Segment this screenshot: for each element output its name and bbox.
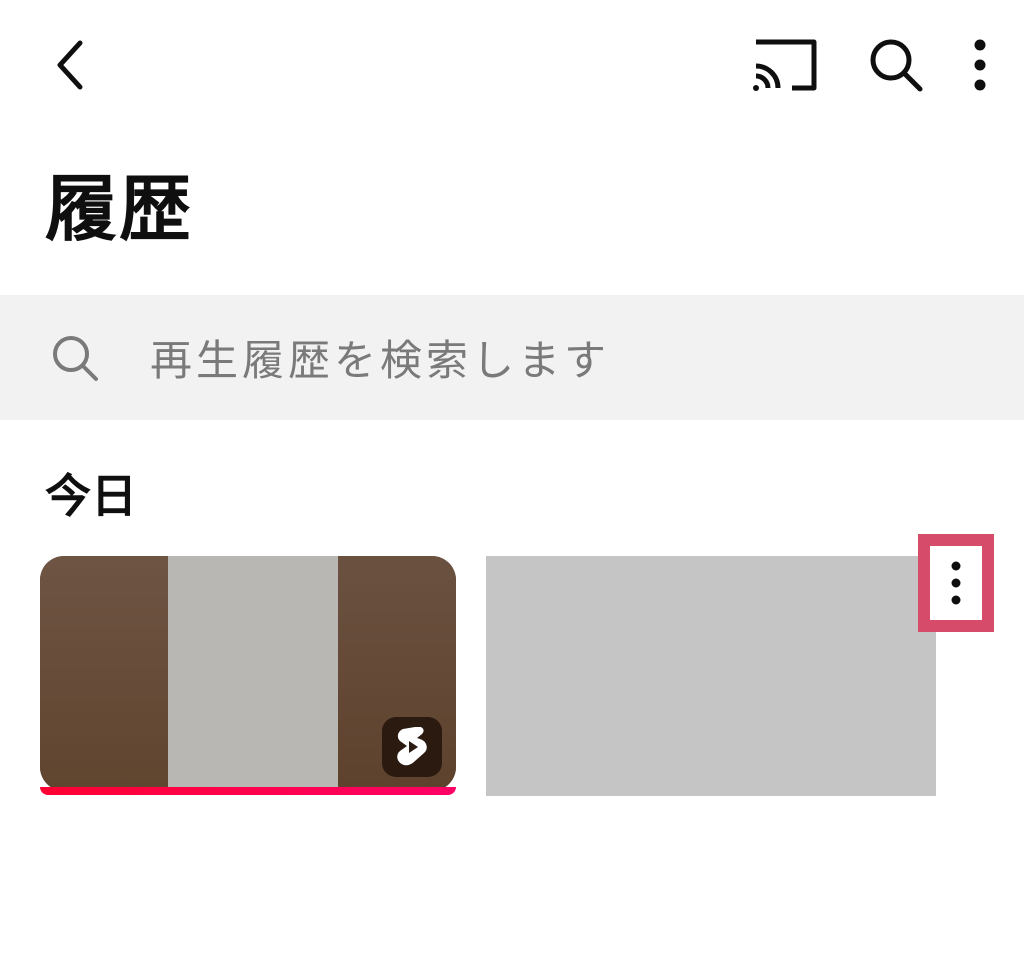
watch-progress-bar: [40, 787, 456, 795]
search-button[interactable]: [868, 37, 924, 93]
video-thumbnail-shorts[interactable]: [40, 556, 456, 791]
cast-icon: [752, 38, 818, 92]
history-item: [40, 556, 456, 791]
more-options-button[interactable]: [974, 39, 986, 91]
cast-button[interactable]: [752, 38, 818, 92]
header-left: [50, 35, 90, 95]
more-vertical-icon: [951, 561, 961, 605]
app-header: [0, 0, 1024, 130]
search-icon: [50, 333, 100, 383]
more-vertical-icon: [974, 39, 986, 91]
thumbnail-region: [40, 556, 168, 791]
header-right: [752, 37, 986, 93]
chevron-left-icon: [50, 35, 90, 95]
back-button[interactable]: [50, 35, 90, 95]
search-bar-icon-box: [50, 333, 100, 383]
section-header-today: 今日: [0, 420, 1024, 556]
history-items-row: [0, 556, 1024, 796]
page-title: 履歴: [0, 130, 1024, 295]
search-icon: [868, 37, 924, 93]
shorts-icon: [395, 727, 429, 767]
video-thumbnail[interactable]: [486, 556, 936, 796]
thumbnail-region: [168, 556, 338, 791]
shorts-badge: [382, 717, 442, 777]
history-item: [486, 556, 984, 796]
search-placeholder: 再生履歴を検索します: [150, 327, 610, 388]
history-search-bar[interactable]: 再生履歴を検索します: [0, 295, 1024, 420]
item-options-button[interactable]: [918, 534, 994, 632]
